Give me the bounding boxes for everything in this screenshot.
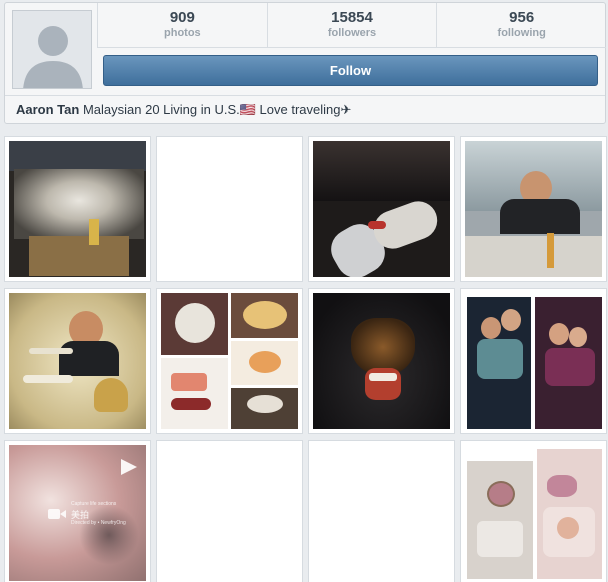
- photo-terrace-selfie: [465, 141, 602, 277]
- photo-tile[interactable]: [308, 136, 455, 282]
- profile-stats: 909 photos 15854 followers 956 following: [97, 3, 606, 47]
- video-thumbnail: Capture life sections 美拍 Directed by • N…: [9, 445, 146, 581]
- profile-header: 909 photos 15854 followers 956 following…: [4, 2, 606, 124]
- video-caption-bottom: Directed by • NewfryOng: [71, 520, 126, 526]
- following-label: following: [497, 27, 546, 39]
- stat-photos[interactable]: 909 photos: [98, 3, 268, 47]
- bio-text: Malaysian 20 Living in U.S.🇺🇸 Love trave…: [82, 102, 352, 117]
- photo-tile[interactable]: [4, 288, 151, 434]
- following-count: 956: [509, 9, 535, 26]
- followers-count: 15854: [331, 9, 373, 26]
- followers-label: followers: [327, 27, 377, 39]
- video-caption-top: Capture life sections: [71, 501, 117, 507]
- profile-name[interactable]: Aaron Tan: [16, 102, 79, 117]
- photo-tile[interactable]: [308, 288, 455, 434]
- follow-button[interactable]: Follow: [103, 55, 598, 86]
- photos-count: 909: [169, 9, 195, 26]
- photo-studded-shoes: [313, 141, 450, 277]
- default-avatar-icon: [13, 11, 91, 88]
- photo-team-celebration: [9, 141, 146, 277]
- stats-divider: [97, 47, 606, 48]
- photo-tile[interactable]: [460, 288, 607, 434]
- play-icon[interactable]: [118, 457, 140, 477]
- photo-tile[interactable]: [4, 136, 151, 282]
- camera-icon: [48, 509, 66, 519]
- photo-tile[interactable]: [460, 440, 607, 582]
- photo-tile[interactable]: Capture life sections 美拍 Directed by • N…: [4, 440, 151, 582]
- stat-followers[interactable]: 15854 followers: [268, 3, 438, 47]
- avatar[interactable]: [12, 10, 92, 89]
- photos-label: photos: [164, 27, 201, 39]
- profile-bio: Aaron Tan Malaysian 20 Living in U.S.🇺🇸 …: [16, 102, 351, 118]
- photo-tile[interactable]: [156, 288, 303, 434]
- photo-tile-blank[interactable]: [156, 440, 303, 582]
- photo-tile[interactable]: [460, 136, 607, 282]
- photo-afternoon-tea: [9, 293, 146, 429]
- photo-couple-collage: [465, 293, 602, 429]
- photo-room-collage: [465, 445, 602, 581]
- photo-tile-blank[interactable]: [308, 440, 455, 582]
- bio-divider: [5, 95, 605, 96]
- photo-dog-shirt: [313, 293, 450, 429]
- photo-food-collage: [161, 293, 298, 429]
- stat-following[interactable]: 956 following: [437, 3, 606, 47]
- photo-tile-blank[interactable]: [156, 136, 303, 282]
